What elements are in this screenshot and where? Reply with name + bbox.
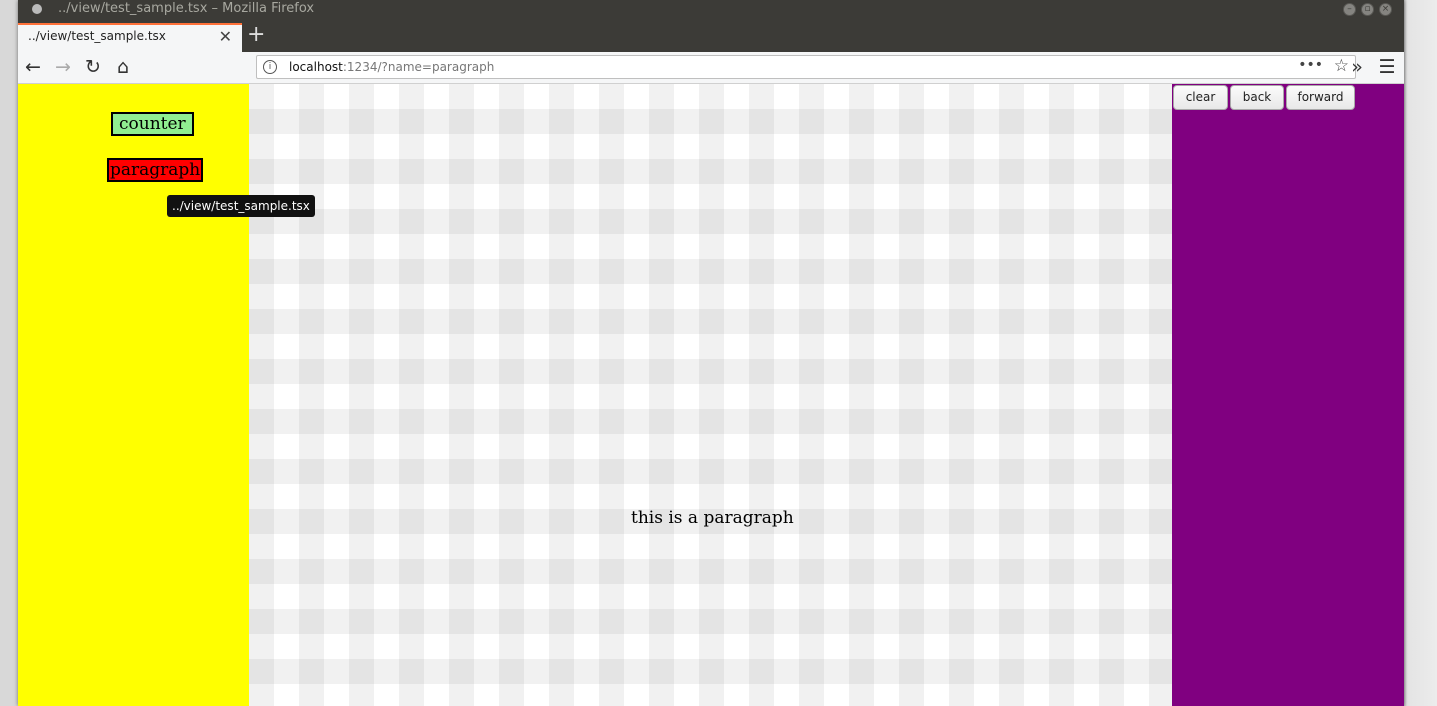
title-bar: ../view/test_sample.tsx – Mozilla Firefo… bbox=[18, 0, 1404, 20]
new-tab-icon[interactable]: + bbox=[247, 23, 265, 47]
maximize-icon[interactable]: ▫ bbox=[1361, 3, 1374, 16]
hamburger-icon[interactable]: ☰ bbox=[1376, 56, 1398, 78]
close-window-icon[interactable]: × bbox=[1379, 3, 1392, 16]
firefox-app-icon bbox=[32, 4, 42, 14]
checkered-canvas: this is a paragraph bbox=[249, 84, 1172, 706]
tab-active[interactable]: ../view/test_sample.tsx ✕ bbox=[18, 23, 242, 52]
tab-close-icon[interactable]: ✕ bbox=[219, 27, 232, 46]
navigation-toolbar: ← → ↻ ⌂ i localhost:1234/?name=paragraph… bbox=[18, 52, 1404, 84]
minimize-icon[interactable]: – bbox=[1343, 3, 1356, 16]
clear-button[interactable]: clear bbox=[1173, 85, 1228, 110]
control-panel: clear back forward bbox=[1172, 84, 1404, 706]
desktop-background bbox=[1404, 0, 1437, 706]
url-bar[interactable]: i localhost:1234/?name=paragraph ••• ☆ bbox=[256, 55, 1356, 79]
reload-icon[interactable]: ↻ bbox=[82, 56, 104, 78]
url-host: localhost bbox=[289, 60, 343, 74]
window-title: ../view/test_sample.tsx – Mozilla Firefo… bbox=[58, 1, 315, 16]
url-text[interactable]: localhost:1234/?name=paragraph bbox=[289, 60, 494, 74]
sidebar: counter paragraph ../view/test_sample.ts… bbox=[18, 84, 315, 706]
arrow-left-icon[interactable]: ← bbox=[22, 56, 44, 78]
arrow-right-icon: → bbox=[55, 56, 71, 78]
forward-button[interactable]: forward bbox=[1286, 85, 1355, 110]
url-path: :1234/?name=paragraph bbox=[342, 60, 495, 74]
back-button[interactable]: back bbox=[1230, 85, 1284, 110]
info-icon[interactable]: i bbox=[263, 60, 277, 74]
sidebar-item-paragraph[interactable]: paragraph bbox=[107, 158, 204, 182]
tooltip: ../view/test_sample.tsx bbox=[167, 195, 315, 217]
browser-window: ../view/test_sample.tsx – Mozilla Firefo… bbox=[18, 0, 1404, 706]
home-icon[interactable]: ⌂ bbox=[112, 56, 134, 78]
sidebar-item-counter[interactable]: counter bbox=[111, 112, 194, 136]
page-content: counter paragraph ../view/test_sample.ts… bbox=[18, 84, 1404, 706]
double-chevron-icon[interactable]: » bbox=[1346, 56, 1368, 78]
tab-bar: ../view/test_sample.tsx ✕ + bbox=[18, 20, 1404, 52]
paragraph-text: this is a paragraph bbox=[631, 508, 794, 528]
tab-title: ../view/test_sample.tsx bbox=[28, 29, 166, 43]
more-dots-icon[interactable]: ••• bbox=[1298, 57, 1323, 73]
